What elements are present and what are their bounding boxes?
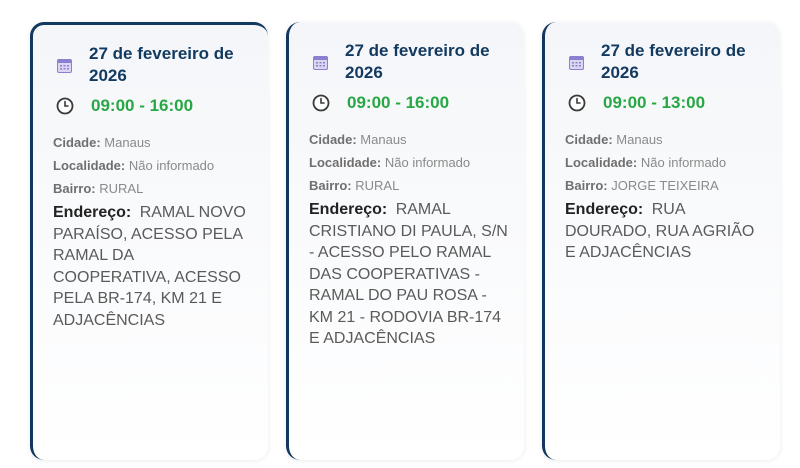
event-time: 09:00 - 16:00 xyxy=(91,96,194,115)
event-card: 27 de fevereiro de 2026 09:00 - 16:00 Ci… xyxy=(30,22,268,460)
event-meta: Cidade: Manaus Localidade: Não informado… xyxy=(309,128,524,197)
event-card: 27 de fevereiro de 2026 09:00 - 13:00 Ci… xyxy=(542,22,780,460)
date-row: 27 de fevereiro de 2026 xyxy=(309,40,524,88)
city-label: Cidade: xyxy=(565,132,613,147)
locality-value: Não informado xyxy=(128,158,215,173)
district-label: Bairro: xyxy=(309,178,352,193)
locality-label: Localidade: xyxy=(309,155,382,170)
event-date: 27 de fevereiro de 2026 xyxy=(89,44,234,85)
district-label: Bairro: xyxy=(565,178,608,193)
address-value: RAMAL CRISTIANO DI PAULA, S/N - ACESSO P… xyxy=(309,201,508,347)
time-row: 09:00 - 16:00 xyxy=(53,95,268,119)
city-line: Cidade: Manaus xyxy=(53,131,268,154)
event-date: 27 de fevereiro de 2026 xyxy=(345,41,490,82)
address-block: Endereço: RUA DOURADO, RUA AGRIÃO E ADJA… xyxy=(565,199,765,264)
event-time: 09:00 - 16:00 xyxy=(347,93,450,112)
address-value: RAMAL NOVO PARAÍSO, ACESSO PELA RAMAL DA… xyxy=(53,204,246,329)
clock-icon xyxy=(56,97,74,115)
locality-label: Localidade: xyxy=(53,158,126,173)
event-cards: 27 de fevereiro de 2026 09:00 - 16:00 Ci… xyxy=(0,0,800,468)
address-block: Endereço: RAMAL CRISTIANO DI PAULA, S/N … xyxy=(309,199,509,350)
locality-line: Localidade: Não informado xyxy=(565,151,780,174)
locality-value: Não informado xyxy=(640,155,727,170)
address-block: Endereço: RAMAL NOVO PARAÍSO, ACESSO PEL… xyxy=(53,202,253,331)
district-value: JORGE TEIXEIRA xyxy=(611,178,719,193)
city-line: Cidade: Manaus xyxy=(309,128,524,151)
time-row: 09:00 - 13:00 xyxy=(565,92,780,116)
locality-line: Localidade: Não informado xyxy=(309,151,524,174)
time-row: 09:00 - 16:00 xyxy=(309,92,524,116)
event-meta: Cidade: Manaus Localidade: Não informado… xyxy=(53,131,268,200)
city-label: Cidade: xyxy=(309,132,357,147)
clock-icon xyxy=(568,94,586,112)
locality-label: Localidade: xyxy=(565,155,638,170)
city-value: Manaus xyxy=(616,132,663,147)
district-line: Bairro: RURAL xyxy=(53,177,268,200)
calendar-icon xyxy=(569,56,584,70)
district-label: Bairro: xyxy=(53,181,96,196)
date-row: 27 de fevereiro de 2026 xyxy=(53,43,268,91)
city-value: Manaus xyxy=(360,132,407,147)
clock-icon xyxy=(312,94,330,112)
event-date: 27 de fevereiro de 2026 xyxy=(601,41,746,82)
event-time: 09:00 - 13:00 xyxy=(603,93,706,112)
calendar-icon xyxy=(313,56,328,70)
district-value: RURAL xyxy=(355,178,400,193)
district-line: Bairro: JORGE TEIXEIRA xyxy=(565,174,780,197)
event-card: 27 de fevereiro de 2026 09:00 - 16:00 Ci… xyxy=(286,22,524,460)
event-meta: Cidade: Manaus Localidade: Não informado… xyxy=(565,128,780,197)
date-row: 27 de fevereiro de 2026 xyxy=(565,40,780,88)
address-label: Endereço: xyxy=(53,204,132,221)
city-value: Manaus xyxy=(104,135,151,150)
calendar-icon xyxy=(57,59,72,73)
city-label: Cidade: xyxy=(53,135,101,150)
district-value: RURAL xyxy=(99,181,144,196)
locality-line: Localidade: Não informado xyxy=(53,154,268,177)
locality-value: Não informado xyxy=(384,155,471,170)
address-label: Endereço: xyxy=(565,201,644,218)
district-line: Bairro: RURAL xyxy=(309,174,524,197)
city-line: Cidade: Manaus xyxy=(565,128,780,151)
address-label: Endereço: xyxy=(309,201,388,218)
